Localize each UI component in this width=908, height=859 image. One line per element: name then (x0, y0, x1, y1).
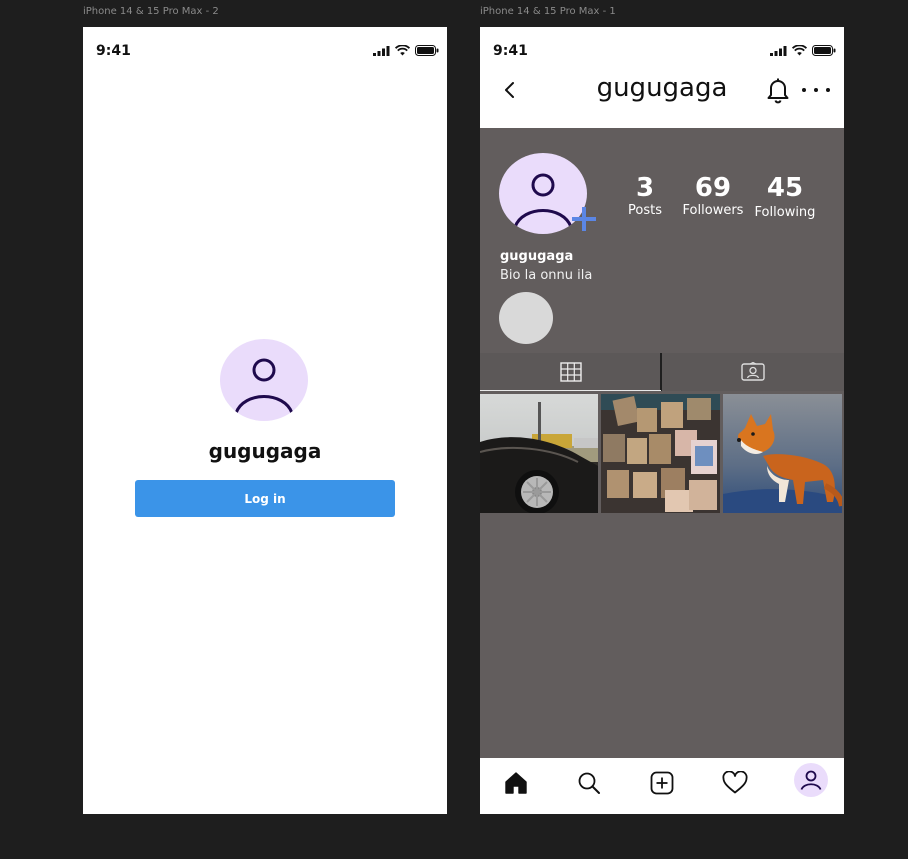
fox-photo-image (723, 394, 842, 513)
nav-profile[interactable] (794, 763, 828, 797)
tab-indicator (480, 390, 661, 391)
wifi-icon (792, 45, 807, 56)
following-label: Following (754, 205, 816, 220)
login-screen: 9:41 gugugaga Log in (83, 27, 447, 814)
user-avatar (220, 339, 308, 421)
home-icon (505, 772, 527, 794)
profile-screen: 9:41 gugugaga 3 Posts 69 Followers 45 Fo… (480, 27, 844, 814)
more-icon[interactable] (800, 82, 832, 98)
bell-icon[interactable] (765, 76, 791, 104)
frame-label-right: iPhone 14 & 15 Pro Max - 1 (480, 6, 616, 17)
tagged-person-icon (741, 362, 765, 381)
followers-label: Followers (682, 203, 744, 218)
profile-tabs (480, 353, 844, 391)
login-username: gugugaga (208, 439, 322, 463)
post-fox-photo[interactable] (723, 394, 842, 513)
stat-posts[interactable]: 3 Posts (620, 173, 670, 218)
profile-name: gugugaga (500, 249, 574, 264)
nav-home[interactable] (499, 766, 533, 800)
signal-icon (373, 45, 390, 56)
login-button[interactable]: Log in (135, 480, 395, 517)
wifi-icon (395, 45, 410, 56)
post-grid (480, 394, 844, 513)
stat-following[interactable]: 45 Following (752, 173, 818, 220)
stat-followers[interactable]: 69 Followers (680, 173, 746, 218)
posts-count: 3 (635, 173, 655, 203)
nav-likes[interactable] (718, 766, 752, 800)
battery-icon (812, 45, 836, 56)
car-photo-image (480, 394, 598, 513)
signal-icon (770, 45, 787, 56)
profile-header: 9:41 gugugaga (480, 27, 844, 128)
frame-label-left: iPhone 14 & 15 Pro Max - 2 (83, 6, 219, 17)
status-icons (373, 45, 439, 56)
nav-search[interactable] (572, 766, 606, 800)
status-time: 9:41 (96, 43, 131, 59)
status-bar: 9:41 (83, 27, 447, 67)
bottom-nav (480, 758, 844, 814)
profile-bio: Bio la onnu ila (500, 268, 593, 283)
post-shrine-plaques-photo[interactable] (601, 394, 720, 513)
shrine-plaques-image (601, 394, 720, 513)
post-car-photo[interactable] (480, 394, 598, 513)
followers-count: 69 (694, 173, 732, 203)
nav-add-post[interactable] (645, 766, 679, 800)
status-icons (770, 45, 836, 56)
posts-label: Posts (628, 203, 662, 218)
heart-icon (722, 771, 748, 794)
user-icon (234, 358, 294, 414)
following-count: 45 (766, 173, 804, 203)
story-highlight[interactable] (499, 292, 553, 344)
search-icon (578, 772, 600, 794)
status-time: 9:41 (493, 43, 528, 59)
status-bar: 9:41 (480, 27, 844, 67)
add-post-icon (650, 771, 674, 795)
add-story-plus-icon[interactable] (568, 204, 600, 234)
tab-tagged[interactable] (662, 353, 844, 391)
grid-icon (559, 362, 582, 382)
battery-icon (415, 45, 439, 56)
tab-grid[interactable] (480, 353, 661, 391)
profile-icon (800, 770, 822, 790)
